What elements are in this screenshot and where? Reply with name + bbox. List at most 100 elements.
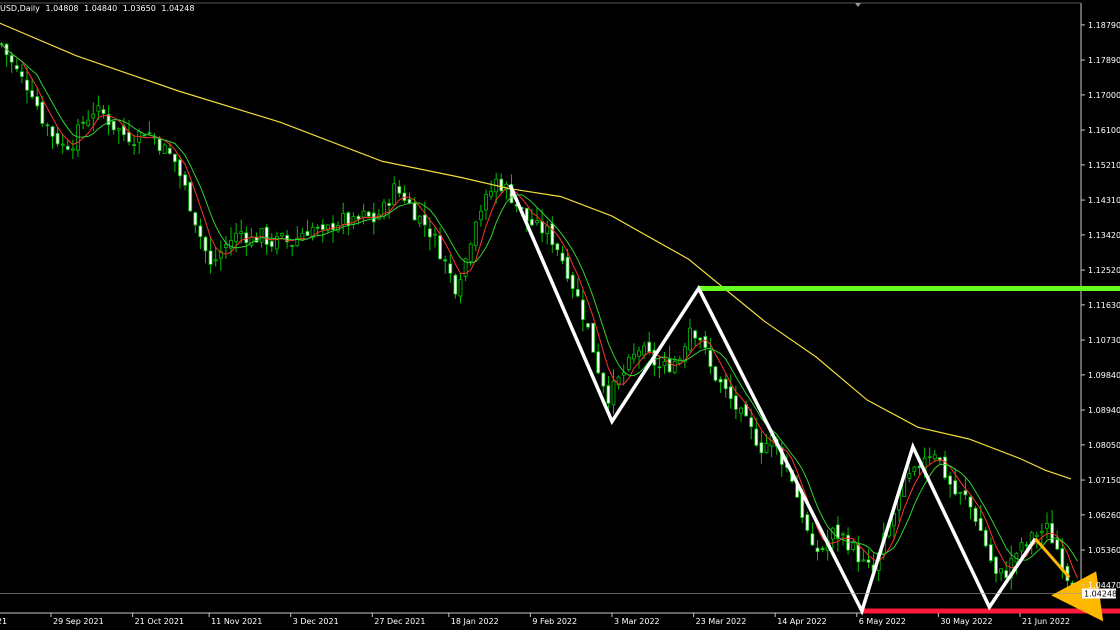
candle-body <box>172 153 177 163</box>
candle <box>101 105 106 119</box>
candle <box>581 289 585 332</box>
candle <box>632 343 636 364</box>
candle-body <box>392 183 397 206</box>
candle <box>178 155 182 189</box>
price-tick-label: 1.18790 <box>1088 21 1120 30</box>
candle-body <box>81 121 85 124</box>
candle-body <box>739 407 743 414</box>
candle <box>667 345 672 374</box>
candle <box>274 231 279 255</box>
candle-body <box>596 351 601 374</box>
price-tick-label: 1.09840 <box>1088 371 1120 380</box>
candle-body <box>540 221 544 234</box>
candle-body <box>948 475 952 485</box>
candle-body <box>96 105 101 112</box>
time-tick-label: 29 Sep 2021 <box>53 617 104 626</box>
scroll-marker-icon <box>855 3 861 7</box>
candle-body <box>422 214 427 226</box>
candle-body <box>132 144 137 146</box>
candle-body <box>764 442 769 453</box>
candle-body <box>478 210 483 221</box>
time-tick-label: 18 Jan 2022 <box>451 617 499 626</box>
candle <box>723 374 728 398</box>
candle-body <box>315 226 320 229</box>
candle-body <box>810 533 815 546</box>
candle <box>596 343 601 375</box>
candle-body <box>749 417 754 428</box>
candle <box>856 535 861 572</box>
candle <box>718 376 723 393</box>
candle <box>86 109 91 128</box>
candle <box>983 526 988 548</box>
candle-body <box>417 215 422 224</box>
candle <box>693 329 697 347</box>
candle <box>499 173 504 195</box>
candle <box>4 43 9 67</box>
candle-body <box>999 568 1003 574</box>
candle-body <box>820 548 825 550</box>
candle-body <box>366 211 371 217</box>
candle <box>626 354 631 372</box>
candle-body <box>142 134 147 137</box>
candle-body <box>55 132 60 145</box>
candle-body <box>30 90 35 98</box>
candle <box>443 255 448 274</box>
candle-body <box>606 385 611 404</box>
candle <box>927 447 932 466</box>
price-chart[interactable]: 1.18790 1.17890 1.17000 1.16100 1.15210 1.143… <box>0 0 1120 630</box>
candle <box>81 116 85 130</box>
candle-body <box>101 109 106 114</box>
candle-body <box>560 252 565 262</box>
candle-body <box>611 380 616 406</box>
candle-body <box>601 372 606 387</box>
candle-body <box>412 202 417 221</box>
time-tick-label: 27 Dec 2021 <box>374 617 425 626</box>
candle-body <box>438 235 443 260</box>
price-tick-label: 1.11630 <box>1088 301 1120 310</box>
candle-body <box>581 299 585 320</box>
price-tick-label: 1.05360 <box>1088 546 1120 555</box>
candle <box>943 450 947 481</box>
candle <box>662 352 667 374</box>
candle-body <box>535 220 539 224</box>
candle <box>341 202 346 235</box>
candle-body <box>677 358 682 364</box>
candle <box>688 318 692 353</box>
candle-body <box>147 132 152 135</box>
candle-body <box>861 559 866 562</box>
candle-body <box>290 245 295 247</box>
time-tick-label: 23 Mar 2022 <box>696 617 747 626</box>
price-tick-label: 1.10730 <box>1088 336 1120 345</box>
candle <box>846 527 850 555</box>
candle-body <box>468 243 473 262</box>
candle <box>305 219 310 237</box>
candle-body <box>907 473 912 479</box>
candle-body <box>193 212 198 226</box>
candle-body <box>530 218 534 226</box>
candle-body <box>565 256 570 280</box>
candle-body <box>223 244 228 248</box>
candle <box>71 139 75 160</box>
candle <box>861 550 866 562</box>
candle-body <box>963 490 968 496</box>
candle <box>147 121 152 136</box>
candle-body <box>40 101 45 124</box>
candle-body <box>45 124 50 127</box>
candle <box>575 277 580 298</box>
candle <box>116 127 121 144</box>
candle-body <box>1034 534 1039 537</box>
candle <box>989 537 993 564</box>
candle <box>60 133 65 154</box>
candle <box>351 212 356 230</box>
candle <box>1040 523 1044 546</box>
candle <box>586 323 590 330</box>
candle <box>994 555 998 583</box>
candle-body <box>234 232 239 242</box>
candle-body <box>264 226 269 245</box>
candle-body <box>280 233 284 237</box>
candle-body <box>754 428 759 446</box>
candle-body <box>19 71 24 77</box>
candle-body <box>723 378 728 390</box>
time-tick-label: 6 May 2022 <box>859 617 906 626</box>
candle <box>218 240 223 271</box>
